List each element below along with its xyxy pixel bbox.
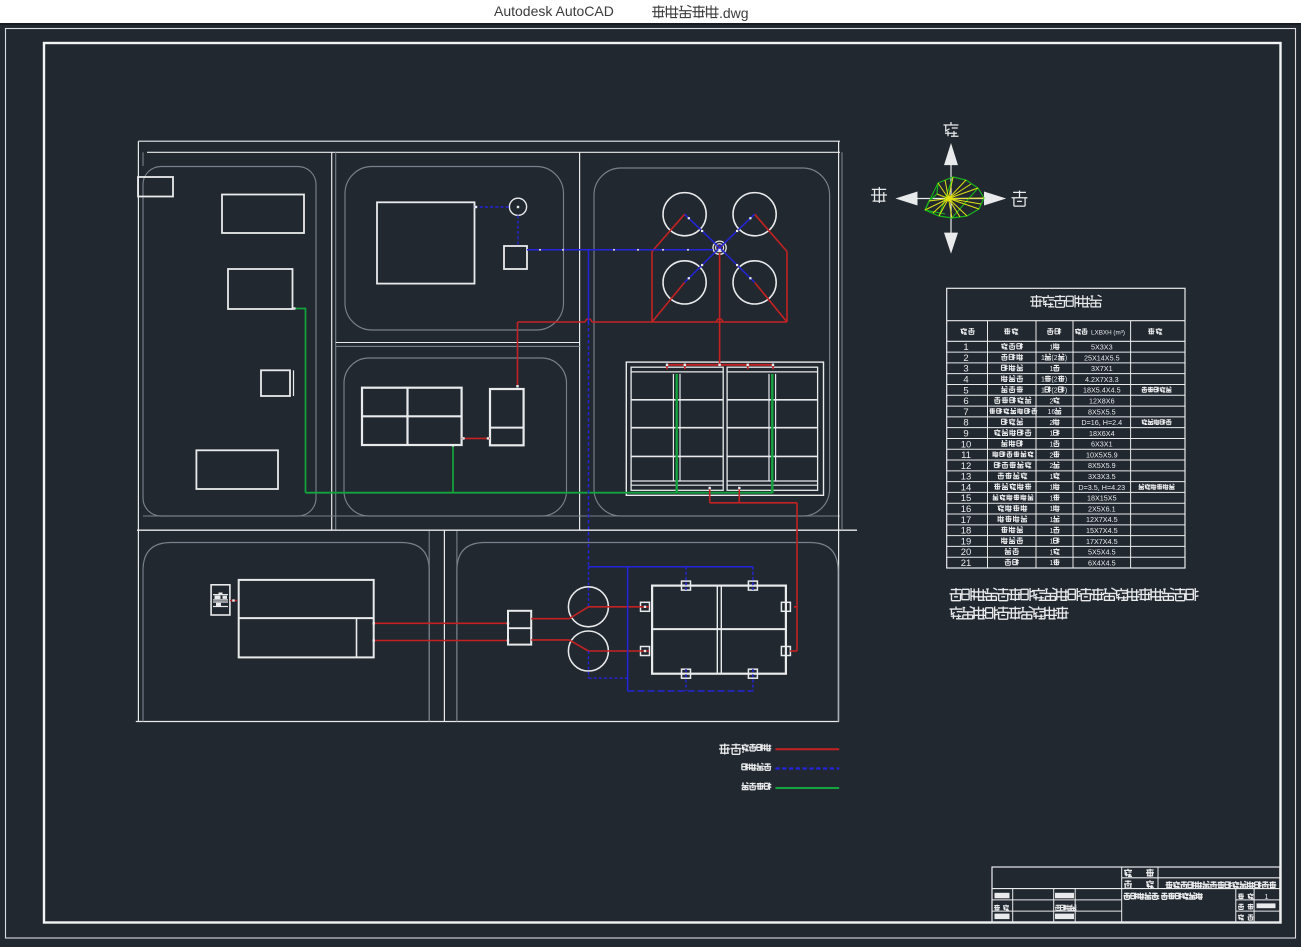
svg-text:18: 18 <box>961 526 972 537</box>
svg-text:13: 13 <box>961 472 972 483</box>
svg-text:10X5X5.9: 10X5X5.9 <box>1086 450 1118 459</box>
svg-text:LXBXH (m³): LXBXH (m³) <box>1091 330 1125 337</box>
svg-text:18X6X4: 18X6X4 <box>1089 429 1115 438</box>
svg-text:(2: (2 <box>1051 377 1057 384</box>
svg-text:1: 1 <box>1049 539 1053 546</box>
svg-text:14: 14 <box>961 482 972 493</box>
svg-text:2: 2 <box>1049 420 1053 427</box>
svg-text:2: 2 <box>1049 452 1053 459</box>
svg-text:1: 1 <box>1049 506 1053 513</box>
svg-text:1: 1 <box>1049 485 1053 492</box>
svg-text:): ) <box>1065 387 1067 394</box>
svg-text:18X5.4X4.5: 18X5.4X4.5 <box>1083 386 1121 395</box>
svg-text:15X7X4.5: 15X7X4.5 <box>1086 526 1118 535</box>
svg-text:1: 1 <box>1049 431 1053 438</box>
svg-text:12X7X4.5: 12X7X4.5 <box>1086 515 1118 524</box>
svg-text:D=3.5, H=4.23: D=3.5, H=4.23 <box>1078 483 1125 492</box>
svg-text:25X14X5.5: 25X14X5.5 <box>1084 353 1120 362</box>
svg-text:10: 10 <box>961 439 972 450</box>
svg-text:6: 6 <box>963 396 968 407</box>
svg-text:(2: (2 <box>1051 387 1057 394</box>
svg-text:8: 8 <box>963 418 968 429</box>
svg-text:1: 1 <box>1049 441 1053 448</box>
svg-text:9: 9 <box>963 428 968 439</box>
svg-text:17X7X4.5: 17X7X4.5 <box>1086 537 1118 546</box>
svg-text:): ) <box>1065 355 1067 362</box>
svg-text:6X4X4.5: 6X4X4.5 <box>1088 558 1116 567</box>
svg-text:): ) <box>1065 377 1067 384</box>
svg-text:1: 1 <box>1041 387 1045 394</box>
svg-text:1: 1 <box>1049 517 1053 524</box>
svg-text:2: 2 <box>963 353 968 364</box>
svg-text:1: 1 <box>1049 528 1053 535</box>
svg-text:18X15X5: 18X15X5 <box>1087 494 1117 503</box>
svg-text:11: 11 <box>961 450 971 461</box>
svg-text:20: 20 <box>961 547 972 558</box>
svg-text:1: 1 <box>1041 377 1045 384</box>
svg-text:1: 1 <box>1049 549 1053 556</box>
svg-text:16: 16 <box>961 504 972 515</box>
svg-text:8X5X5.9: 8X5X5.9 <box>1088 461 1116 470</box>
svg-text:6X3X1: 6X3X1 <box>1091 440 1113 449</box>
svg-text:15: 15 <box>961 493 972 504</box>
svg-text:7: 7 <box>963 407 968 418</box>
svg-text:17: 17 <box>961 515 972 526</box>
svg-text:8X5X5.5: 8X5X5.5 <box>1088 407 1116 416</box>
svg-text:1: 1 <box>1049 474 1053 481</box>
svg-text:1: 1 <box>1049 495 1053 502</box>
svg-text:D=16, H=2.4: D=16, H=2.4 <box>1081 418 1122 427</box>
svg-text:1: 1 <box>963 342 968 353</box>
svg-text:12: 12 <box>961 461 972 472</box>
svg-text:5X5X4.5: 5X5X4.5 <box>1088 548 1116 557</box>
svg-text:1: 1 <box>1049 344 1053 351</box>
svg-text:1: 1 <box>1041 355 1045 362</box>
svg-text:12X8X6: 12X8X6 <box>1089 396 1115 405</box>
svg-text:5: 5 <box>963 385 968 396</box>
svg-text:(2: (2 <box>1051 355 1057 362</box>
svg-text:16: 16 <box>1048 409 1056 416</box>
svg-text:4: 4 <box>963 374 968 385</box>
svg-text:3: 3 <box>963 364 968 375</box>
svg-text:1: 1 <box>1049 560 1053 567</box>
svg-text:19: 19 <box>961 536 972 547</box>
svg-text:2: 2 <box>1049 463 1053 470</box>
svg-text:2: 2 <box>1049 398 1053 405</box>
svg-text:1: 1 <box>1049 366 1053 373</box>
svg-text:5X3X3: 5X3X3 <box>1091 342 1113 351</box>
svg-text:21: 21 <box>961 558 972 569</box>
svg-text:3X7X1: 3X7X1 <box>1091 364 1113 373</box>
svg-text:1: 1 <box>1265 894 1269 901</box>
svg-text:4.2X7X3.3: 4.2X7X3.3 <box>1085 375 1119 384</box>
svg-text:3X3X3.5: 3X3X3.5 <box>1088 472 1116 481</box>
svg-text:2X5X6.1: 2X5X6.1 <box>1088 504 1116 513</box>
